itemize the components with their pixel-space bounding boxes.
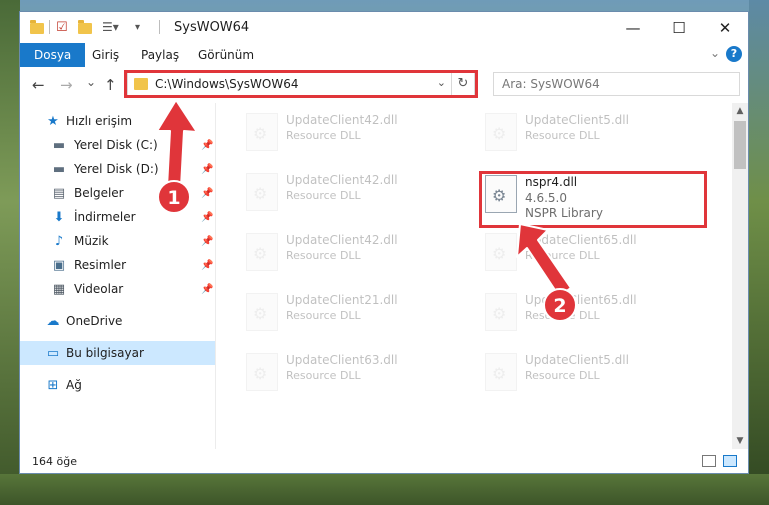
annotation-arrows (156, 99, 572, 297)
step-badge-2: 2 (543, 288, 577, 322)
arrow-2 (516, 223, 572, 297)
arrow-1 (156, 99, 198, 188)
step-badge-1: 1 (157, 180, 191, 214)
